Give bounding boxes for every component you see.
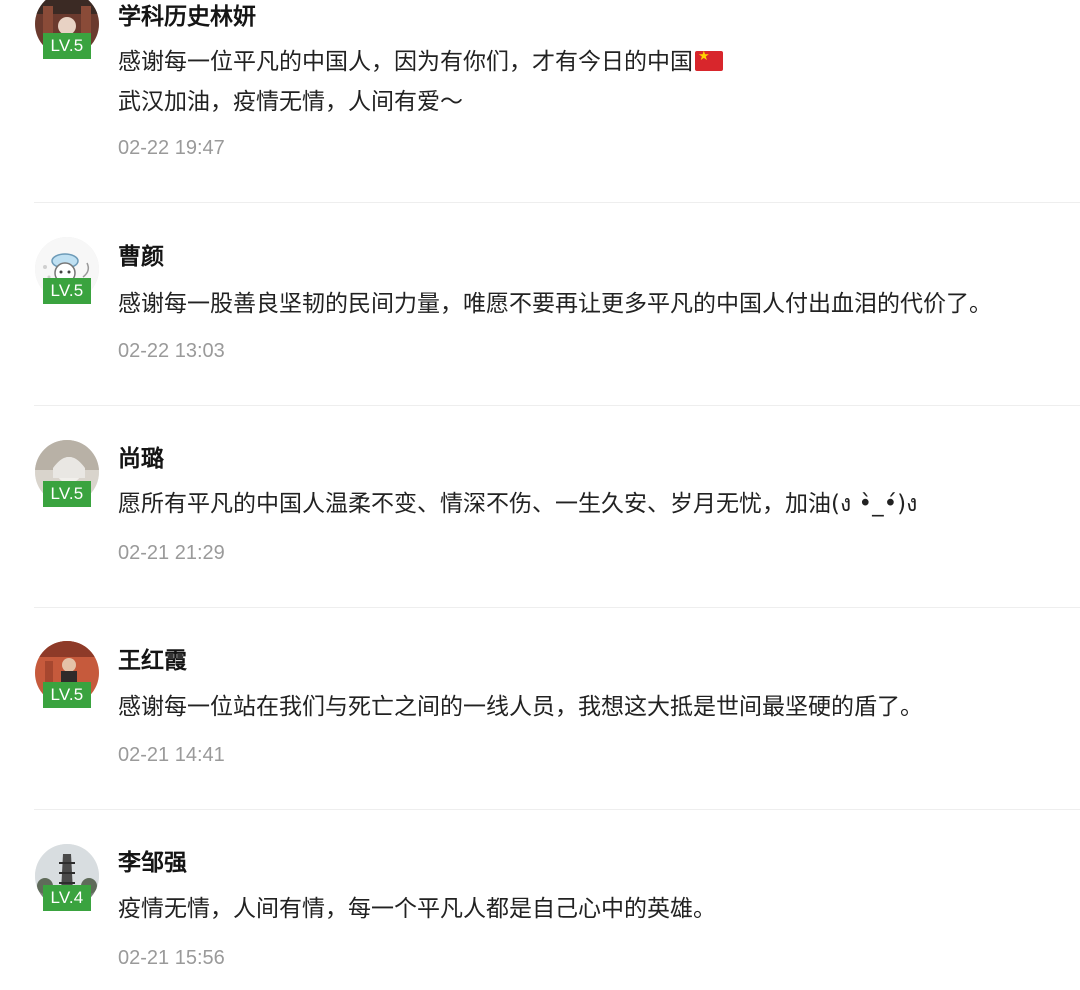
comment-line: 疫情无情，人间有情，每一个平凡人都是自己心中的英雄。 [118, 896, 716, 922]
level-badge: LV.5 [43, 481, 91, 507]
divider [34, 809, 1080, 810]
commenter-name[interactable]: 李邹强 [118, 848, 187, 878]
divider [34, 607, 1080, 608]
commenter-name[interactable]: 王红霞 [118, 646, 187, 676]
comment-text: 感谢每一位平凡的中国人，因为有你们，才有今日的中国 武汉加油，疫情无情，人间有爱… [118, 42, 1070, 122]
comment-text: 疫情无情，人间有情，每一个平凡人都是自己心中的英雄。 [118, 889, 1070, 929]
avatar[interactable]: LV.5 [34, 641, 100, 711]
commenter-name[interactable]: 曹颜 [118, 242, 164, 272]
commenter-name[interactable]: 尚璐 [118, 444, 164, 474]
avatar[interactable]: LV.5 [34, 440, 100, 510]
comment-line: 感谢每一股善良坚韧的民间力量，唯愿不要再让更多平凡的中国人付出血泪的代价了。 [118, 291, 992, 317]
commenter-name[interactable]: 学科历史林妍 [118, 2, 256, 32]
level-badge: LV.5 [43, 33, 91, 59]
level-badge: LV.5 [43, 682, 91, 708]
avatar[interactable]: LV.5 [34, 0, 100, 62]
comment-text: 感谢每一位站在我们与死亡之间的一线人员，我想这大抵是世间最坚硬的盾了。 [118, 687, 1070, 727]
china-flag-icon [695, 49, 723, 71]
avatar[interactable]: LV.5 [34, 237, 100, 307]
comment-line: 武汉加油，疫情无情，人间有爱～ [118, 89, 463, 115]
comment-timestamp: 02-22 13:03 [118, 340, 225, 362]
comment-timestamp: 02-22 19:47 [118, 137, 225, 159]
comment-text: 愿所有平凡的中国人温柔不变、情深不伤、一生久安、岁月无忧，加油(ง •̀_•́)… [118, 484, 1070, 524]
comment-timestamp: 02-21 15:56 [118, 947, 225, 969]
comment-text: 感谢每一股善良坚韧的民间力量，唯愿不要再让更多平凡的中国人付出血泪的代价了。 [118, 284, 1070, 324]
divider [34, 202, 1080, 203]
comment-line: 感谢每一位站在我们与死亡之间的一线人员，我想这大抵是世间最坚硬的盾了。 [118, 694, 923, 720]
comment-timestamp: 02-21 14:41 [118, 744, 225, 766]
avatar[interactable]: LV.4 [34, 844, 100, 914]
level-badge: LV.5 [43, 278, 91, 304]
level-badge: LV.4 [43, 885, 91, 911]
comment-line: 感谢每一位平凡的中国人，因为有你们，才有今日的中国 [118, 49, 693, 75]
comment-timestamp: 02-21 21:29 [118, 542, 225, 564]
comment-line: 愿所有平凡的中国人温柔不变、情深不伤、一生久安、岁月无忧，加油(ง •̀_•́)… [118, 491, 918, 517]
divider [34, 405, 1080, 406]
